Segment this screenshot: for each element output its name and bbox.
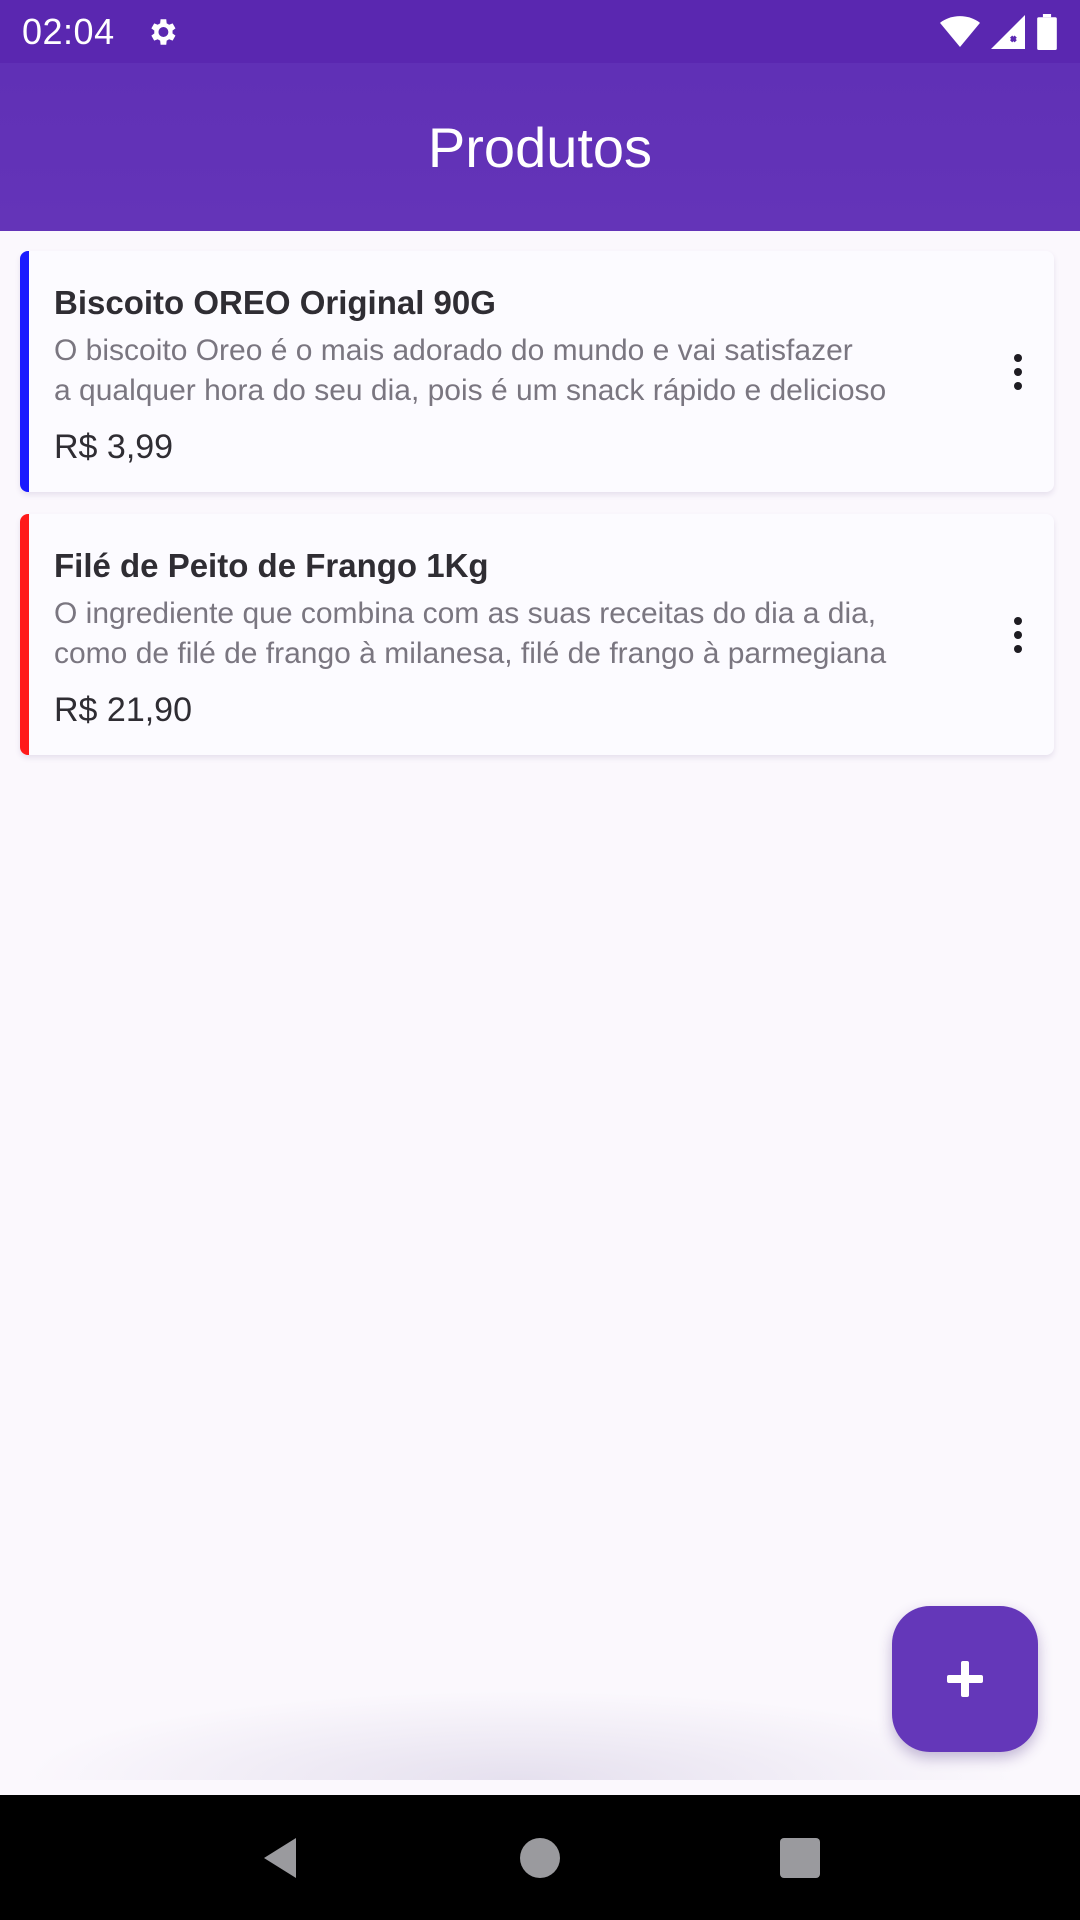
card-body: Filé de Peito de Frango 1Kg O ingredient…: [20, 514, 1054, 754]
product-description-line: a qualquer hora do seu dia, pois é um sn…: [54, 374, 887, 407]
card-accent: [20, 514, 29, 755]
product-price: R$ 3,99: [54, 428, 174, 466]
home-button[interactable]: [510, 1828, 570, 1888]
gear-icon: [150, 18, 176, 45]
status-time: 02:04: [22, 10, 115, 52]
product-description-line: como de filé de frango à milanesa, filé …: [54, 637, 887, 670]
signal-icon: [991, 14, 1025, 49]
product-description: O biscoito Oreo é o mais adorado do mund…: [54, 331, 1014, 411]
home-icon: [520, 1837, 560, 1878]
product-name: Biscoito OREO Original 90G: [54, 284, 496, 321]
product-card[interactable]: Biscoito OREO Original 90G O biscoito Or…: [20, 251, 1054, 492]
add-product-button[interactable]: [892, 1606, 1038, 1752]
app-bar: Produtos: [0, 63, 1080, 231]
product-name: Filé de Peito de Frango 1Kg: [54, 547, 489, 584]
card-accent: [20, 251, 29, 492]
wifi-icon: [940, 15, 980, 47]
more-vert-icon[interactable]: [1000, 342, 1036, 402]
bottom-shadow: [20, 1690, 1020, 1780]
card-body: Biscoito OREO Original 90G O biscoito Or…: [20, 251, 1054, 491]
product-description-line: O ingrediente que combina com as suas re…: [54, 597, 877, 630]
status-icons: [940, 13, 1058, 50]
more-vert-icon[interactable]: [1000, 605, 1036, 665]
recents-icon: [780, 1837, 820, 1878]
product-description-line: O biscoito Oreo é o mais adorado do mund…: [54, 334, 853, 367]
back-button[interactable]: [250, 1828, 310, 1888]
status-bar: 02:04: [0, 0, 1080, 63]
product-list: Biscoito OREO Original 90G O biscoito Or…: [20, 251, 1054, 777]
product-card[interactable]: Filé de Peito de Frango 1Kg O ingredient…: [20, 514, 1054, 755]
product-description: O ingrediente que combina com as suas re…: [54, 594, 1014, 674]
navigation-bar: [0, 1795, 1080, 1920]
plus-icon: [947, 1661, 983, 1697]
recents-button[interactable]: [770, 1828, 830, 1888]
back-icon: [264, 1837, 296, 1878]
battery-icon: [1037, 13, 1057, 50]
product-price: R$ 21,90: [54, 691, 192, 729]
screen: 02:04 Produtos Biscoito OREO Original 90…: [0, 0, 1080, 1920]
page-title: Produtos: [427, 115, 653, 179]
